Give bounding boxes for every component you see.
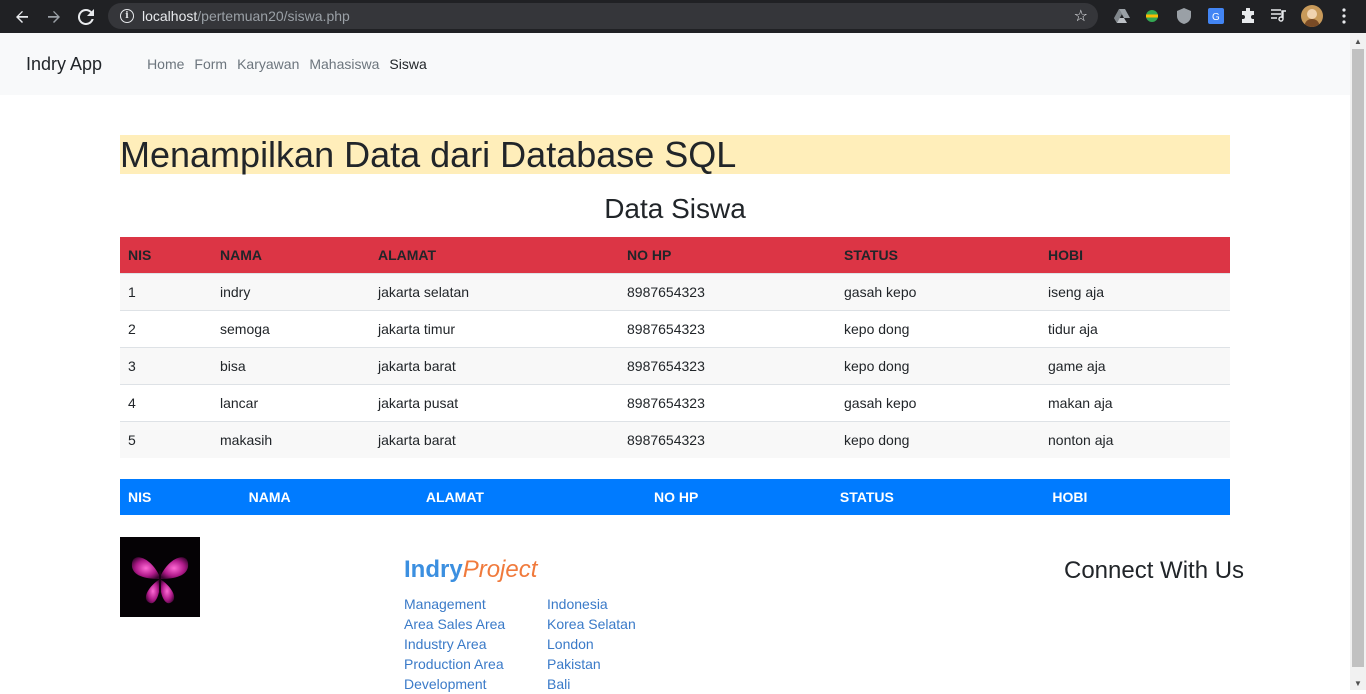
footer-link[interactable]: Production Area [404,654,505,674]
cell-nis: 2 [120,309,212,347]
connect-heading: Connect With Us [1064,557,1245,584]
cell-alamat: jakarta barat [370,420,619,458]
cell-status: kepo dong [836,309,1040,347]
section-title: Data Siswa [604,193,746,224]
cell-nohp: 8987654323 [619,420,836,458]
footer-brand: IndryProject [404,556,537,584]
footer-brand-part2: Project [462,556,538,583]
cell-alamat: jakarta barat [370,346,619,384]
address-bar[interactable]: i localhost/pertemuan20/siswa.php ☆ [108,3,1098,29]
cell-status: gasah kepo [836,383,1040,421]
back-icon[interactable] [6,0,38,33]
nav-link-form[interactable]: Form [194,56,227,72]
cell-nohp: 8987654323 [619,309,836,347]
navbar-brand[interactable]: Indry App [26,54,102,75]
table-row: 2 semoga jakarta timur 8987654323 kepo d… [120,309,1230,347]
scroll-up-icon[interactable]: ▲ [1354,37,1362,46]
table-row: 3 bisa jakarta barat 8987654323 kepo don… [120,346,1230,384]
cell-nohp: 8987654323 [619,272,836,310]
cell-nohp: 8987654323 [619,346,836,384]
cell-nis: 1 [120,272,212,310]
cell-nama: semoga [212,309,370,347]
shield-icon[interactable] [1174,6,1194,26]
table-row: 1 indry jakarta selatan 8987654323 gasah… [120,272,1230,310]
playlist-icon[interactable] [1269,6,1289,26]
cell-nama: makasih [212,420,370,458]
forward-icon[interactable] [38,0,70,33]
footer-header-alamat: ALAMAT [381,479,529,515]
nav-link-home[interactable]: Home [147,56,184,72]
footer-list-locations: Indonesia Korea Selatan London Pakistan … [547,594,636,694]
browser-toolbar: i localhost/pertemuan20/siswa.php ☆ G [0,0,1366,33]
translate-icon[interactable]: G [1206,6,1226,26]
scroll-thumb[interactable] [1352,49,1364,667]
cell-hobi: iseng aja [1040,272,1230,310]
svg-text:G: G [1212,12,1220,23]
header-status: STATUS [836,237,1040,273]
table-row: 4 lancar jakarta pusat 8987654323 gasah … [120,383,1230,421]
footer-table-header-row: NIS NAMA ALAMAT NO HP STATUS HOBI [120,479,1230,515]
cell-alamat: jakarta pusat [370,383,619,421]
footer-link[interactable]: Area Sales Area [404,614,505,634]
extension-colored-icon[interactable] [1142,6,1162,26]
cell-nama: lancar [212,383,370,421]
scroll-down-icon[interactable]: ▼ [1354,679,1362,688]
url-path: /pertemuan20/siswa.php [197,8,350,24]
footer-link[interactable]: Industry Area [404,634,505,654]
header-nohp: NO HP [619,237,836,273]
cell-nama: indry [212,272,370,310]
nav-link-siswa[interactable]: Siswa [389,56,426,72]
cell-status: kepo dong [836,346,1040,384]
cell-alamat: jakarta timur [370,309,619,347]
footer-link[interactable]: Korea Selatan [547,614,636,634]
footer-header-nama: NAMA [157,479,382,515]
star-icon[interactable]: ☆ [1074,6,1088,26]
cell-hobi: game aja [1040,346,1230,384]
footer-header-hobi: HOBI [909,479,1230,515]
drive-icon[interactable] [1112,6,1132,26]
page-title: Menampilkan Data dari Database SQL [120,135,1230,174]
siswa-table: NIS NAMA ALAMAT NO HP STATUS HOBI 1 indr… [120,237,1230,458]
nav-link-mahasiswa[interactable]: Mahasiswa [309,56,379,72]
puzzle-extension-icon[interactable] [1238,6,1258,26]
footer-link[interactable]: Development [404,674,505,694]
footer-list-areas: Management Area Sales Area Industry Area… [404,594,505,694]
menu-icon[interactable] [1334,6,1354,26]
url-host: localhost [142,8,198,24]
cell-alamat: jakarta selatan [370,272,619,310]
footer-link[interactable]: London [547,634,636,654]
table-row: 5 makasih jakarta barat 8987654323 kepo … [120,420,1230,458]
header-hobi: HOBI [1040,237,1230,273]
footer-link[interactable]: Management [404,594,505,614]
cell-hobi: nonton aja [1040,420,1230,458]
footer-link[interactable]: Indonesia [547,594,636,614]
cell-hobi: makan aja [1040,383,1230,421]
cell-nohp: 8987654323 [619,383,836,421]
header-alamat: ALAMAT [370,237,619,273]
cell-nis: 4 [120,383,212,421]
footer-header-nohp: NO HP [528,479,824,515]
footer-header-nis: NIS [120,479,158,515]
navbar: Indry App Home Form Karyawan Mahasiswa S… [0,33,1350,95]
footer-link[interactable]: Pakistan [547,654,636,674]
page-scrollbar[interactable]: ▲ ▼ [1350,33,1366,690]
footer-table: NIS NAMA ALAMAT NO HP STATUS HOBI [120,479,1230,515]
butterfly-logo [120,537,200,617]
footer-brand-part1: Indry [404,556,463,583]
cell-status: gasah kepo [836,272,1040,310]
avatar[interactable] [1301,5,1323,27]
cell-nis: 5 [120,420,212,458]
info-icon[interactable]: i [120,9,134,23]
cell-nama: bisa [212,346,370,384]
cell-status: kepo dong [836,420,1040,458]
cell-hobi: tidur aja [1040,309,1230,347]
table-header-row: NIS NAMA ALAMAT NO HP STATUS HOBI [120,237,1230,273]
cell-nis: 3 [120,346,212,384]
footer-link[interactable]: Bali [547,674,636,694]
header-nis: NIS [120,237,212,273]
header-nama: NAMA [212,237,370,273]
reload-icon[interactable] [70,0,102,33]
nav-link-karyawan[interactable]: Karyawan [237,56,299,72]
footer-header-status: STATUS [823,479,910,515]
